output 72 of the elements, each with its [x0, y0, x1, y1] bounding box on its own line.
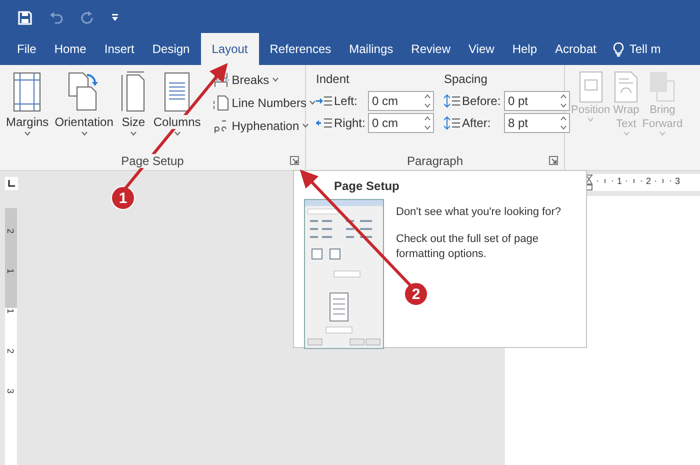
field-label: After: [462, 116, 492, 130]
ribbon-button[interactable]: Line Numbers [212, 94, 316, 111]
line-spacing-icon [444, 116, 460, 130]
tab-stop-icon [7, 180, 15, 188]
field-label: Right: [334, 116, 366, 130]
ribbon-button[interactable]: Breaks [212, 71, 316, 88]
page-size-icon [119, 71, 148, 113]
spin-field[interactable]: 0 cm [368, 113, 434, 133]
ribbon-tab[interactable]: Layout [200, 33, 259, 65]
caret-icon [272, 77, 280, 82]
ribbon-button[interactable]: Hyphenation [212, 117, 316, 134]
columns-icon [163, 71, 192, 113]
tab-stop-selector[interactable] [4, 177, 18, 190]
tooltip-text: Check out the full set of page formatting options. [396, 232, 540, 262]
spinner-arrows-icon[interactable] [560, 93, 567, 109]
section-heading: Spacing [444, 71, 488, 87]
caret-icon [658, 131, 666, 136]
tell-me-field[interactable]: Tell m [624, 42, 661, 65]
indent-marker-icon[interactable] [585, 174, 593, 191]
save-icon[interactable] [18, 10, 32, 24]
ribbon-button[interactable]: Margins [4, 71, 51, 152]
ribbon-tab[interactable]: Acrobat [546, 42, 606, 65]
spin-field[interactable]: 8 pt [504, 113, 570, 133]
ribbon-tab[interactable]: Home [45, 42, 96, 65]
caret-icon [302, 123, 310, 128]
ribbon-tab[interactable]: Mailings [340, 42, 402, 65]
tooltip-title: Page Setup [334, 179, 400, 193]
caret-icon [622, 131, 630, 136]
ribbon-tab[interactable]: Design [143, 42, 199, 65]
spin-field[interactable]: 0 cm [368, 91, 434, 111]
section-heading: Indent [316, 71, 350, 87]
breaks-icon [212, 72, 229, 88]
group-label: Page Setup [121, 154, 184, 168]
bring-forward-icon [649, 71, 676, 103]
ribbon-button[interactable]: Size [117, 71, 150, 152]
ribbon-tab[interactable]: Review [402, 42, 460, 65]
dialog-launcher-icon[interactable] [549, 156, 558, 165]
ribbon-tab[interactable]: View [460, 42, 504, 65]
group-label: Paragraph [406, 154, 464, 168]
ribbon-tab[interactable]: Help [503, 42, 546, 65]
caret-icon [309, 100, 316, 105]
ribbon-tab[interactable]: Insert [95, 42, 144, 65]
horizontal-ruler: 1 2 3 [585, 174, 700, 191]
ribbon-tab[interactable]: References [260, 42, 340, 65]
position-icon [578, 71, 603, 103]
spinner-arrows-icon[interactable] [424, 115, 431, 131]
hyphenation-icon [212, 118, 229, 134]
caret-icon [174, 131, 181, 136]
caret-icon [130, 131, 137, 136]
spinner-arrows-icon[interactable] [560, 115, 567, 131]
field-label: Before: [462, 94, 502, 108]
caret-icon [24, 131, 31, 136]
caret-icon [80, 131, 88, 136]
wrap-text-icon [614, 71, 638, 103]
caret-icon [587, 117, 594, 122]
field-label: Left: [334, 94, 358, 108]
indent-icon [316, 117, 332, 129]
step-badge: 1 [111, 186, 135, 210]
ribbon-button[interactable]: Orientation [52, 71, 116, 152]
dialog-launcher-icon[interactable] [290, 156, 299, 165]
line-spacing-icon [444, 94, 460, 108]
lightbulb-icon[interactable] [613, 42, 624, 57]
indent-icon [316, 95, 332, 107]
vertical-ruler: 2 1 1 2 3 [5, 208, 17, 465]
line-numbers-icon [212, 94, 229, 110]
ribbon-tab[interactable]: File [8, 42, 46, 65]
margins-icon [12, 71, 42, 113]
spin-field[interactable]: 0 pt [504, 91, 570, 111]
tooltip-text: Don't see what you're looking for? [396, 205, 562, 220]
spinner-arrows-icon[interactable] [424, 93, 431, 109]
customize-icon[interactable] [111, 12, 119, 22]
ribbon-button[interactable]: Columns [151, 71, 203, 152]
